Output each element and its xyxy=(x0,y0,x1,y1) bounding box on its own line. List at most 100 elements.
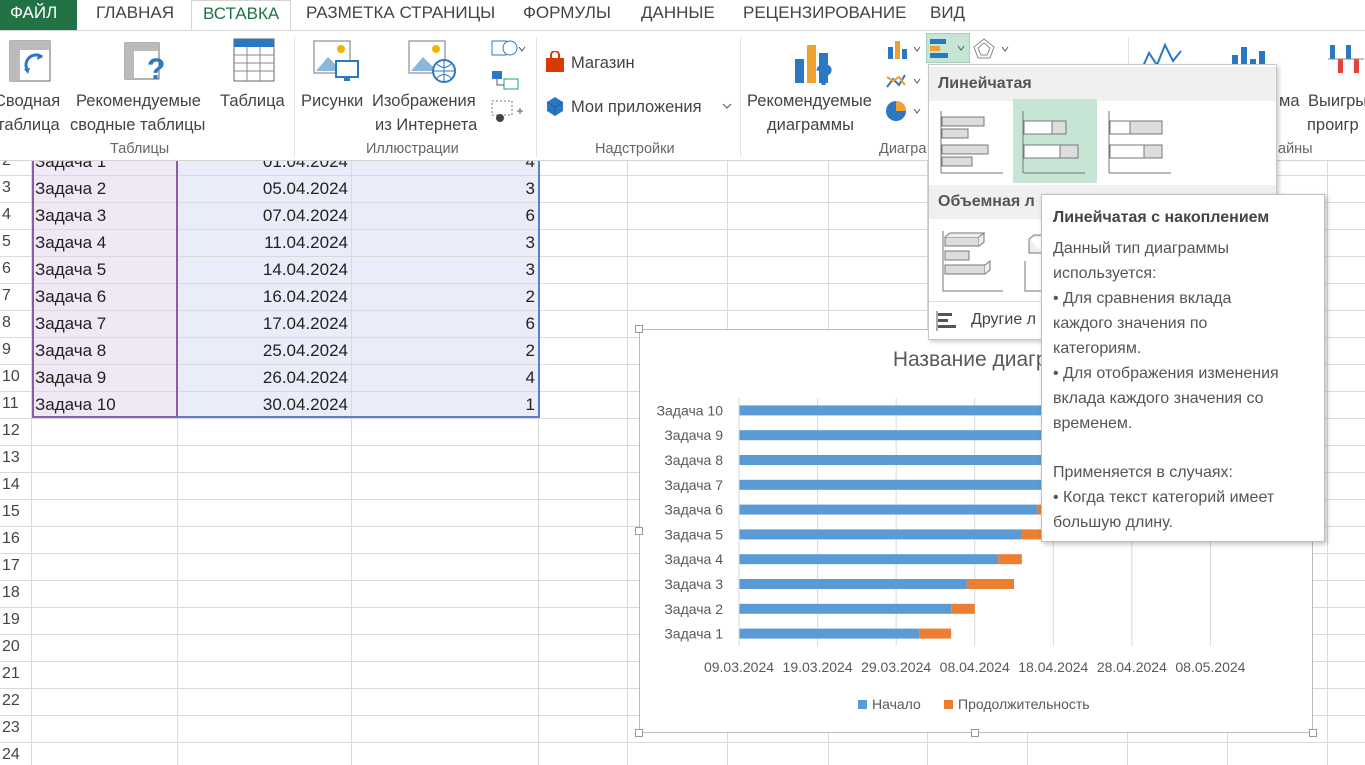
3d-clustered-bar-option[interactable] xyxy=(937,225,1007,295)
online-pictures-label-2: из Интернета xyxy=(375,116,478,134)
recommended-pivot-label-1: Рекомендуемые xyxy=(76,92,201,110)
row-header[interactable]: 16 xyxy=(0,530,31,552)
stacked-bar-option[interactable] xyxy=(1013,99,1097,183)
tooltip-text: каждого значения по xyxy=(1053,315,1208,332)
bar-duration-segment xyxy=(951,603,975,614)
recommended-pivot-label-2: сводные таблицы xyxy=(70,116,206,134)
online-pictures-label-1: Изображения xyxy=(372,92,476,110)
row-header[interactable]: 18 xyxy=(0,584,31,606)
legend-swatch xyxy=(858,700,867,709)
smartart-icon[interactable] xyxy=(490,69,520,91)
group-sparklines-label: айны xyxy=(1278,141,1313,157)
row-header[interactable]: 19 xyxy=(0,611,31,633)
recommended-charts-label-1: Рекомендуемые xyxy=(747,92,872,110)
chart-resize-handle[interactable] xyxy=(635,729,643,737)
tooltip-text: большую длину. xyxy=(1053,514,1173,531)
group-separator xyxy=(294,37,295,157)
row-header[interactable]: 10 xyxy=(0,368,31,390)
bar-chart-dropdown-icon[interactable] xyxy=(926,33,970,63)
my-apps-icon xyxy=(546,97,564,116)
tab-formulas[interactable]: ФОРМУЛЫ xyxy=(523,0,611,30)
clustered-bar-option[interactable] xyxy=(937,105,1007,175)
row-header[interactable]: 21 xyxy=(0,665,31,687)
row-header[interactable]: 23 xyxy=(0,719,31,741)
selection-border-tasks xyxy=(32,161,178,418)
radar-chart-icon[interactable] xyxy=(972,37,1012,61)
tooltip-text: используется: xyxy=(1053,265,1157,282)
row-header[interactable]: 15 xyxy=(0,503,31,525)
chart-resize-handle[interactable] xyxy=(635,527,643,535)
tooltip-text: временем. xyxy=(1053,415,1133,432)
tooltip-text: • Для отображения изменения xyxy=(1053,365,1279,382)
tab-view[interactable]: ВИД xyxy=(930,0,965,30)
row-header[interactable]: 17 xyxy=(0,557,31,579)
sparkline-winloss-label-2: проигр xyxy=(1307,116,1359,134)
row-header[interactable]: 8 xyxy=(0,314,31,336)
svg-text:?: ? xyxy=(147,53,165,85)
y-category-label: Задача 3 xyxy=(664,576,723,592)
recommended-pivot-icon: ? xyxy=(124,42,165,85)
group-charts-label: Диагра xyxy=(879,141,927,157)
stacked-100-bar-option[interactable] xyxy=(1105,105,1175,175)
bar-duration-segment xyxy=(966,579,1014,589)
legend-label: Продолжительность xyxy=(958,696,1090,712)
tooltip-text: Данный тип диаграммы xyxy=(1053,240,1229,257)
line-chart-icon[interactable] xyxy=(884,69,924,93)
y-category-label: Задача 1 xyxy=(664,626,723,642)
tab-review[interactable]: РЕЦЕНЗИРОВАНИЕ xyxy=(743,0,907,30)
y-category-label: Задача 10 xyxy=(657,402,724,418)
column-chart-icon[interactable] xyxy=(884,37,924,61)
y-category-label: Задача 9 xyxy=(664,427,723,443)
legend-swatch xyxy=(944,700,953,709)
recommended-charts-icon: ? xyxy=(795,45,833,87)
row-header[interactable]: 3 xyxy=(0,179,31,201)
sparkline-line-label: ма xyxy=(1279,92,1300,110)
pivot-table-label-1: Сводная xyxy=(0,92,61,110)
row-header[interactable]: 5 xyxy=(0,233,31,255)
bar-start-segment xyxy=(739,579,967,589)
row-header[interactable]: 14 xyxy=(0,476,31,498)
x-tick-label: 29.03.2024 xyxy=(861,659,931,675)
tab-insert[interactable]: ВСТАВКА xyxy=(191,0,292,30)
screenshot-icon[interactable] xyxy=(490,99,526,123)
chart-resize-handle[interactable] xyxy=(635,325,643,333)
row-header[interactable]: 12 xyxy=(0,422,31,444)
chart-resize-handle[interactable] xyxy=(1309,729,1317,737)
y-category-label: Задача 2 xyxy=(664,601,723,617)
online-pictures-icon xyxy=(408,40,456,83)
chart-type-tooltip: Линейчатая с накоплением Данный тип диаг… xyxy=(1041,194,1325,542)
tab-page-layout[interactable]: РАЗМЕТКА СТРАНИЦЫ xyxy=(306,0,495,30)
row-header[interactable]: 20 xyxy=(0,638,31,660)
group-tables-label: Таблицы xyxy=(110,141,170,157)
row-header[interactable]: 2 xyxy=(0,161,31,174)
row-header[interactable]: 9 xyxy=(0,341,31,363)
row-header[interactable]: 24 xyxy=(0,746,31,765)
group-addins-label: Надстройки xyxy=(595,141,675,157)
more-bar-charts-link[interactable]: Другие л xyxy=(971,311,1036,329)
recommended-charts-label-2: диаграммы xyxy=(767,116,854,134)
x-tick-label: 09.03.2024 xyxy=(704,659,774,675)
group-separator xyxy=(740,37,741,157)
tab-data[interactable]: ДАННЫЕ xyxy=(641,0,715,30)
tab-file[interactable]: ФАЙЛ xyxy=(0,0,77,30)
row-header[interactable]: 6 xyxy=(0,260,31,282)
y-category-label: Задача 7 xyxy=(664,477,723,493)
row-header[interactable]: 22 xyxy=(0,692,31,714)
row-header[interactable]: 13 xyxy=(0,449,31,471)
tooltip-text: вклада каждого значения со xyxy=(1053,390,1264,407)
tooltip-text: Применяется в случаях: xyxy=(1053,464,1233,481)
table-label: Таблица xyxy=(220,92,285,110)
shapes-icon[interactable] xyxy=(490,37,526,61)
row-header[interactable]: 4 xyxy=(0,206,31,228)
tab-home[interactable]: ГЛАВНАЯ xyxy=(96,0,174,30)
bar-duration-segment xyxy=(998,554,1022,565)
pie-chart-icon[interactable] xyxy=(884,99,924,123)
bar-start-segment xyxy=(739,554,999,565)
row-header[interactable]: 7 xyxy=(0,287,31,309)
selection-border-values xyxy=(178,161,540,418)
sparkline-winloss-icon[interactable] xyxy=(1326,41,1365,77)
chart-resize-handle[interactable] xyxy=(971,729,979,737)
tooltip-spacer xyxy=(1053,436,1313,460)
row-header[interactable]: 11 xyxy=(0,395,31,417)
bar-start-segment xyxy=(739,529,1022,540)
